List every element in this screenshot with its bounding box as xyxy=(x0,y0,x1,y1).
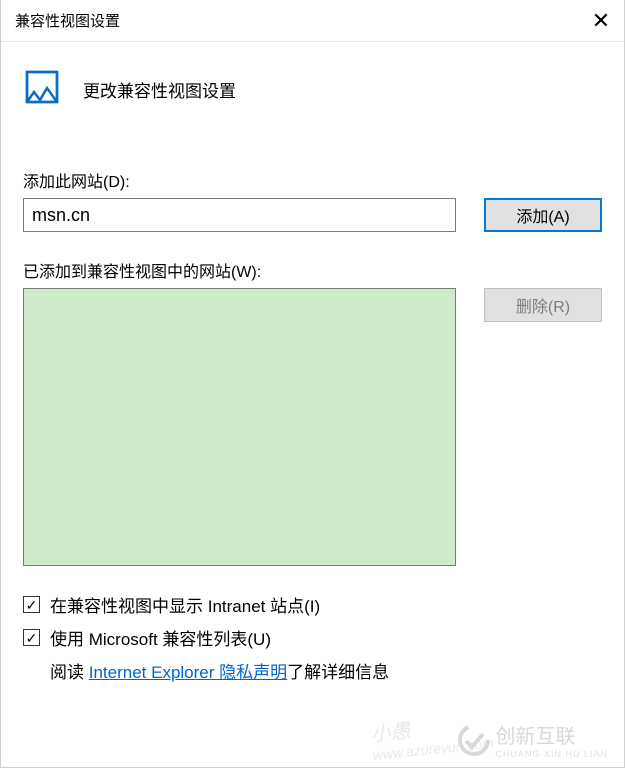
added-websites-label: 已添加到兼容性视图中的网站(W): xyxy=(23,258,602,282)
add-website-label: 添加此网站(D): xyxy=(23,168,602,192)
dialog-content: 更改兼容性视图设置 添加此网站(D): 添加(A) 已添加到兼容性视图中的网站(… xyxy=(1,42,624,767)
privacy-row: 阅读 Internet Explorer 隐私声明了解详细信息 xyxy=(23,658,602,683)
compatibility-view-icon xyxy=(23,70,61,108)
mslist-checkbox-label: 使用 Microsoft 兼容性列表(U) xyxy=(50,625,271,650)
add-website-input[interactable] xyxy=(23,198,456,232)
check-icon: ✓ xyxy=(26,631,38,645)
titlebar: 兼容性视图设置 ✕ xyxy=(1,0,624,42)
remove-button: 删除(R) xyxy=(484,288,602,322)
privacy-link[interactable]: Internet Explorer 隐私声明 xyxy=(89,663,287,682)
intranet-checkbox[interactable]: ✓ xyxy=(23,596,40,613)
privacy-prefix: 阅读 xyxy=(50,663,89,682)
mslist-checkbox[interactable]: ✓ xyxy=(23,629,40,646)
dialog-title: 兼容性视图设置 xyxy=(1,10,120,31)
watermark-cxhl: 创新互联 CHUANG XIN HU LIAN xyxy=(457,720,608,759)
privacy-suffix: 了解详细信息 xyxy=(287,663,389,682)
header-row: 更改兼容性视图设置 xyxy=(23,70,602,108)
check-icon: ✓ xyxy=(26,598,38,612)
intranet-checkbox-row[interactable]: ✓ 在兼容性视图中显示 Intranet 站点(I) xyxy=(23,592,602,617)
compatibility-view-settings-dialog: 兼容性视图设置 ✕ 更改兼容性视图设置 添加此网站(D): 添加(A xyxy=(0,0,625,768)
close-icon: ✕ xyxy=(592,8,610,34)
add-button[interactable]: 添加(A) xyxy=(484,198,602,232)
header-text: 更改兼容性视图设置 xyxy=(83,77,236,102)
mslist-checkbox-row[interactable]: ✓ 使用 Microsoft 兼容性列表(U) xyxy=(23,625,602,650)
watermark-azureyun: 小愚 www.azureyun.com xyxy=(369,706,494,763)
intranet-checkbox-label: 在兼容性视图中显示 Intranet 站点(I) xyxy=(50,592,320,617)
close-button[interactable]: ✕ xyxy=(578,0,624,42)
added-websites-listbox[interactable] xyxy=(23,288,456,566)
